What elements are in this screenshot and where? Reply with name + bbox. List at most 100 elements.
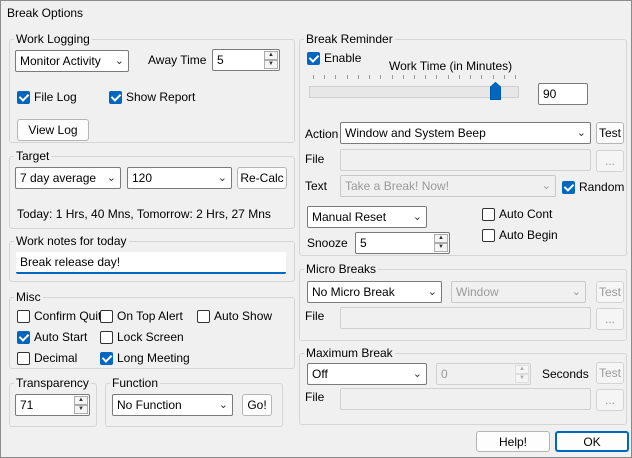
function-select[interactable]: No Function ⌄ bbox=[112, 394, 233, 416]
reset-mode-select[interactable]: Manual Reset ⌄ bbox=[307, 206, 427, 228]
reminder-browse-button[interactable]: ... bbox=[596, 150, 624, 172]
spin-down-icon[interactable]: ▼ bbox=[264, 60, 278, 69]
away-time-label: Away Time bbox=[148, 53, 207, 67]
snooze-input[interactable]: 5 ▲ ▼ bbox=[355, 232, 450, 254]
action-test-button[interactable]: Test bbox=[596, 122, 624, 144]
checkbox-icon bbox=[482, 208, 495, 221]
spin-down-icon[interactable]: ▼ bbox=[434, 243, 448, 252]
away-time-value: 5 bbox=[217, 53, 224, 67]
micro-break-mode-value: No Micro Break bbox=[312, 285, 395, 299]
micro-break-type-value: Window bbox=[456, 285, 499, 299]
work-notes-input[interactable]: Break release day! bbox=[16, 252, 286, 274]
chevron-down-icon: ⌄ bbox=[218, 399, 228, 411]
auto-cont-checkbox[interactable]: Auto Cont bbox=[482, 207, 562, 223]
spin-up-icon[interactable]: ▲ bbox=[74, 396, 88, 405]
lock-screen-checkbox[interactable]: Lock Screen bbox=[100, 330, 185, 346]
action-select[interactable]: Window and System Beep ⌄ bbox=[340, 122, 591, 144]
enable-checkbox[interactable]: Enable bbox=[307, 51, 367, 67]
transparency-input[interactable]: 71 ▲ ▼ bbox=[15, 394, 90, 416]
checkbox-icon bbox=[17, 352, 30, 365]
auto-begin-checkbox[interactable]: Auto Begin bbox=[482, 228, 562, 244]
slider-tick bbox=[425, 75, 426, 79]
transparency-spinner[interactable]: ▲ ▼ bbox=[74, 396, 88, 414]
decimal-checkbox[interactable]: Decimal bbox=[17, 351, 97, 367]
slider-thumb[interactable] bbox=[490, 82, 501, 100]
go-button[interactable]: Go! bbox=[242, 394, 272, 416]
slider-tick bbox=[403, 75, 404, 79]
maximum-file-label: File bbox=[305, 390, 325, 404]
file-label: File bbox=[305, 152, 325, 166]
work-notes-label: Work notes for today bbox=[14, 234, 129, 248]
maximum-break-test-button[interactable]: Test bbox=[596, 362, 624, 384]
title-bar: Break Options bbox=[1, 1, 631, 27]
on-top-alert-label: On Top Alert bbox=[117, 309, 183, 323]
away-time-input[interactable]: 5 ▲ ▼ bbox=[212, 49, 280, 71]
micro-file-input[interactable] bbox=[340, 307, 591, 329]
spin-up-icon[interactable]: ▲ bbox=[515, 365, 529, 374]
maximum-break-value: 0 bbox=[441, 367, 448, 381]
micro-break-test-button[interactable]: Test bbox=[596, 281, 624, 303]
spin-up-icon[interactable]: ▲ bbox=[434, 234, 448, 243]
maximum-file-input[interactable] bbox=[340, 388, 591, 410]
micro-breaks-label: Micro Breaks bbox=[304, 262, 379, 276]
help-button[interactable]: Help! bbox=[476, 431, 550, 452]
slider-tick bbox=[313, 75, 314, 79]
target-value-select[interactable]: 120 ⌄ bbox=[127, 167, 232, 189]
enable-label: Enable bbox=[324, 51, 362, 65]
random-checkbox[interactable]: Random bbox=[562, 180, 627, 196]
away-time-spinner[interactable]: ▲ ▼ bbox=[264, 51, 278, 69]
micro-break-mode-select[interactable]: No Micro Break ⌄ bbox=[307, 281, 442, 303]
target-value: 120 bbox=[132, 171, 153, 185]
confirm-quit-label: Confirm Quit bbox=[34, 309, 102, 323]
target-summary: Today: 1 Hrs, 40 Mns, Tomorrow: 2 Hrs, 2… bbox=[17, 207, 271, 221]
function-label: Function bbox=[110, 376, 161, 390]
micro-browse-button[interactable]: ... bbox=[596, 308, 624, 330]
view-log-button[interactable]: View Log bbox=[17, 119, 89, 141]
window-title: Break Options bbox=[7, 6, 84, 20]
work-time-input[interactable]: 90 bbox=[538, 83, 588, 105]
break-reminder-label: Break Reminder bbox=[304, 32, 395, 46]
transparency-label: Transparency bbox=[14, 376, 91, 390]
confirm-quit-checkbox[interactable]: Confirm Quit bbox=[17, 309, 101, 325]
slider-tick bbox=[414, 75, 415, 79]
spin-down-icon[interactable]: ▼ bbox=[515, 374, 529, 383]
long-meeting-checkbox[interactable]: Long Meeting bbox=[100, 351, 195, 367]
checkbox-icon bbox=[17, 310, 30, 323]
work-time-slider[interactable] bbox=[309, 73, 519, 103]
reminder-text-select[interactable]: Take a Break! Now! ⌄ bbox=[340, 175, 556, 197]
spin-down-icon[interactable]: ▼ bbox=[74, 405, 88, 414]
maximum-browse-button[interactable]: ... bbox=[596, 389, 624, 411]
maximum-break-mode-select[interactable]: Off ⌄ bbox=[307, 363, 427, 385]
snooze-label: Snooze bbox=[307, 236, 348, 250]
maximum-break-spinner[interactable]: ▲ ▼ bbox=[515, 365, 529, 383]
file-log-checkbox[interactable]: File Log bbox=[17, 90, 97, 106]
chevron-down-icon: ⌄ bbox=[106, 172, 116, 184]
slider-tick bbox=[493, 75, 494, 79]
maximum-break-mode-value: Off bbox=[312, 367, 328, 381]
transparency-value: 71 bbox=[20, 398, 34, 412]
reminder-file-input[interactable] bbox=[340, 149, 591, 171]
target-period-value: 7 day average bbox=[20, 171, 97, 185]
on-top-alert-checkbox[interactable]: On Top Alert bbox=[100, 309, 185, 325]
micro-break-type-select[interactable]: Window ⌄ bbox=[451, 281, 586, 303]
slider-tick bbox=[504, 75, 505, 79]
recalc-button[interactable]: Re-Calc bbox=[237, 167, 287, 189]
show-report-checkbox[interactable]: Show Report bbox=[109, 90, 209, 106]
work-logging-mode-select[interactable]: Monitor Activity ⌄ bbox=[15, 50, 129, 72]
spin-up-icon[interactable]: ▲ bbox=[264, 51, 278, 60]
random-label: Random bbox=[579, 180, 625, 194]
slider-tick bbox=[448, 75, 449, 79]
slider-tick bbox=[380, 75, 381, 79]
decimal-label: Decimal bbox=[34, 351, 78, 365]
ok-button[interactable]: OK bbox=[555, 431, 629, 452]
slider-tick bbox=[324, 75, 325, 79]
target-period-select[interactable]: 7 day average ⌄ bbox=[15, 167, 121, 189]
maximum-break-value-input[interactable]: 0 ▲ ▼ bbox=[436, 363, 531, 385]
auto-show-checkbox[interactable]: Auto Show bbox=[197, 309, 277, 325]
work-logging-label: Work Logging bbox=[14, 32, 92, 46]
text-label: Text bbox=[305, 179, 328, 193]
seconds-label: Seconds bbox=[542, 367, 589, 381]
snooze-spinner[interactable]: ▲ ▼ bbox=[434, 234, 448, 252]
reminder-text-value: Take a Break! Now! bbox=[345, 179, 450, 193]
auto-start-checkbox[interactable]: Auto Start bbox=[17, 330, 97, 346]
